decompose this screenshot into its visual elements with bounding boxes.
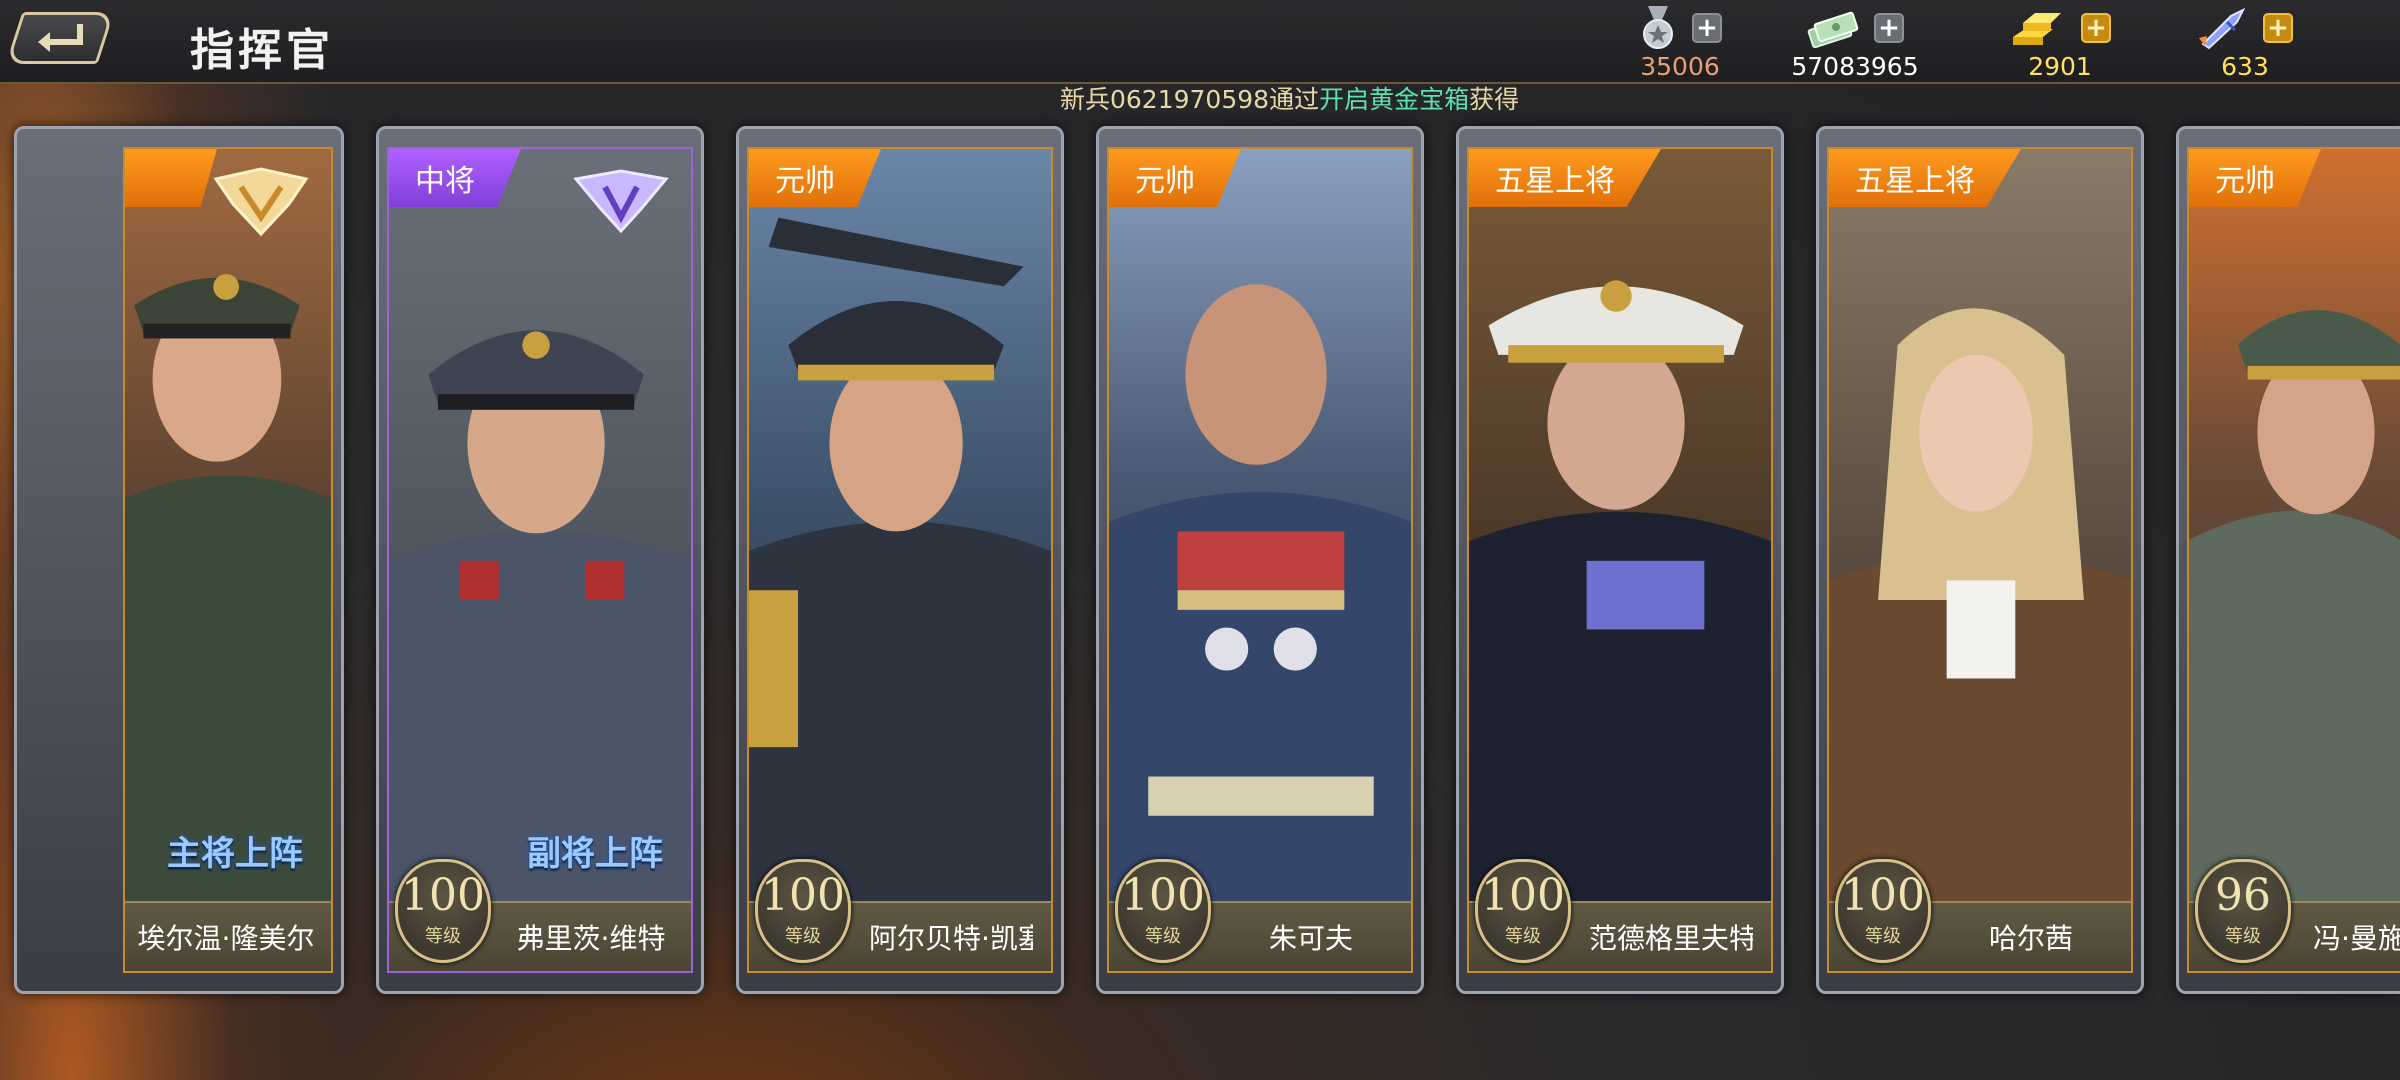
commander-portrait [749,149,1051,963]
level-badge: 100 等级 [755,859,851,963]
level-badge: 100 等级 [1835,859,1931,963]
commander-portrait [1469,149,1771,963]
ticker-verb: 通过 [1269,85,1320,114]
resource-rocket: + 633 [2190,6,2300,81]
cash-stack-icon [1807,11,1859,48]
rank-label: 元帅 [1135,164,1195,199]
level-value: 100 [1481,870,1565,921]
back-button[interactable] [5,12,115,64]
cash-amount: 57083965 [1791,52,1919,81]
resource-cash: + 57083965 [1780,6,1930,81]
ticker-action: 开启黄金宝箱 [1319,85,1470,114]
back-arrow-icon [38,24,83,52]
commander-name: 范德格里夫特 [1589,922,1753,955]
rank-label: 中将 [415,164,475,199]
announcement-ticker: 新兵0621970598通过开启黄金宝箱获得 [1060,80,1519,116]
level-badge: 100 等级 [1115,859,1211,963]
medal-amount: 35006 [1640,52,1720,81]
level-label: 等级 [1505,926,1541,947]
level-badge: 100 等级 [395,859,491,963]
ticker-player: 新兵0621970598 [1060,85,1270,114]
commander-name: 冯·曼施 [2313,922,2400,955]
add-rocket-button[interactable]: + [2263,13,2293,43]
ticker-result: 获得 [1469,85,1520,114]
commander-portrait [125,149,331,913]
commander-card[interactable]: 五星上将 范德格里夫特 100 等级 [1456,126,1784,994]
rank-emblem-icon [573,169,669,234]
level-value: 96 [2215,870,2271,921]
level-label: 等级 [2225,926,2261,947]
level-value: 100 [1841,870,1925,921]
resource-medal: + 35006 [1620,6,1740,81]
commander-name: 阿尔贝特·凯塞林 [869,922,1033,955]
level-label: 等级 [1145,926,1181,947]
commander-name: 朱可夫 [1268,922,1353,955]
add-medal-button[interactable]: + [1692,13,1722,43]
level-label: 等级 [425,926,461,947]
commander-name: 哈尔茜 [1988,922,2073,955]
rocket-icon [2199,7,2246,50]
commander-card[interactable]: 元帅 阿尔贝特·凯塞林 100 等级 [736,126,1064,994]
level-value: 100 [401,870,485,921]
rank-label: 元帅 [2215,164,2275,199]
gold-amount: 2901 [2028,52,2092,81]
rocket-amount: 633 [2221,52,2269,81]
level-label: 等级 [1865,926,1901,947]
commander-name: 埃尔温·隆美尔 [137,922,315,955]
rank-label: 元帅 [775,164,835,199]
gold-bars-icon [2013,13,2061,45]
level-value: 100 [761,870,845,921]
commander-card[interactable]: 元帅 主将上阵 埃尔温·隆美尔 [14,126,344,994]
commander-portrait [2189,149,2400,960]
commander-card[interactable]: 元帅 朱可夫 100 等级 [1096,126,1424,994]
page-title: 指挥官 [190,25,334,76]
commander-card[interactable]: 元帅 冯·曼施 96 等级 [2176,126,2400,994]
add-gold-button[interactable]: + [2081,13,2111,43]
level-value: 100 [1121,870,1205,921]
level-label: 等级 [785,926,821,947]
resource-gold: + 2901 [2000,6,2120,81]
commander-portrait [1109,149,1411,963]
top-bar: 指挥官 + 35006 + 57083965 + 2901 + 633 [0,0,2400,84]
level-badge: 100 等级 [1475,859,1571,963]
level-badge: 96 等级 [2195,859,2291,963]
rank-label: 五星上将 [1495,164,1615,199]
rank-emblem-icon [213,167,309,237]
commander-card[interactable]: 五星上将 哈尔茜 100 等级 [1816,126,2144,994]
commander-portrait [1829,149,2131,963]
lead-commander-status: 主将上阵 [167,834,303,874]
commander-card[interactable]: 中将 副将上阵 弗里茨·维特 100 等级 [376,126,704,994]
rank-label: 五星上将 [1855,164,1975,199]
commander-list[interactable]: 元帅 主将上阵 埃尔温·隆美尔 [0,126,2400,996]
silver-medal-icon [1643,6,1673,49]
add-cash-button[interactable]: + [1874,13,1904,43]
name-bar: 埃尔温·隆美尔 [125,901,331,971]
commander-name: 弗里茨·维特 [516,922,666,955]
